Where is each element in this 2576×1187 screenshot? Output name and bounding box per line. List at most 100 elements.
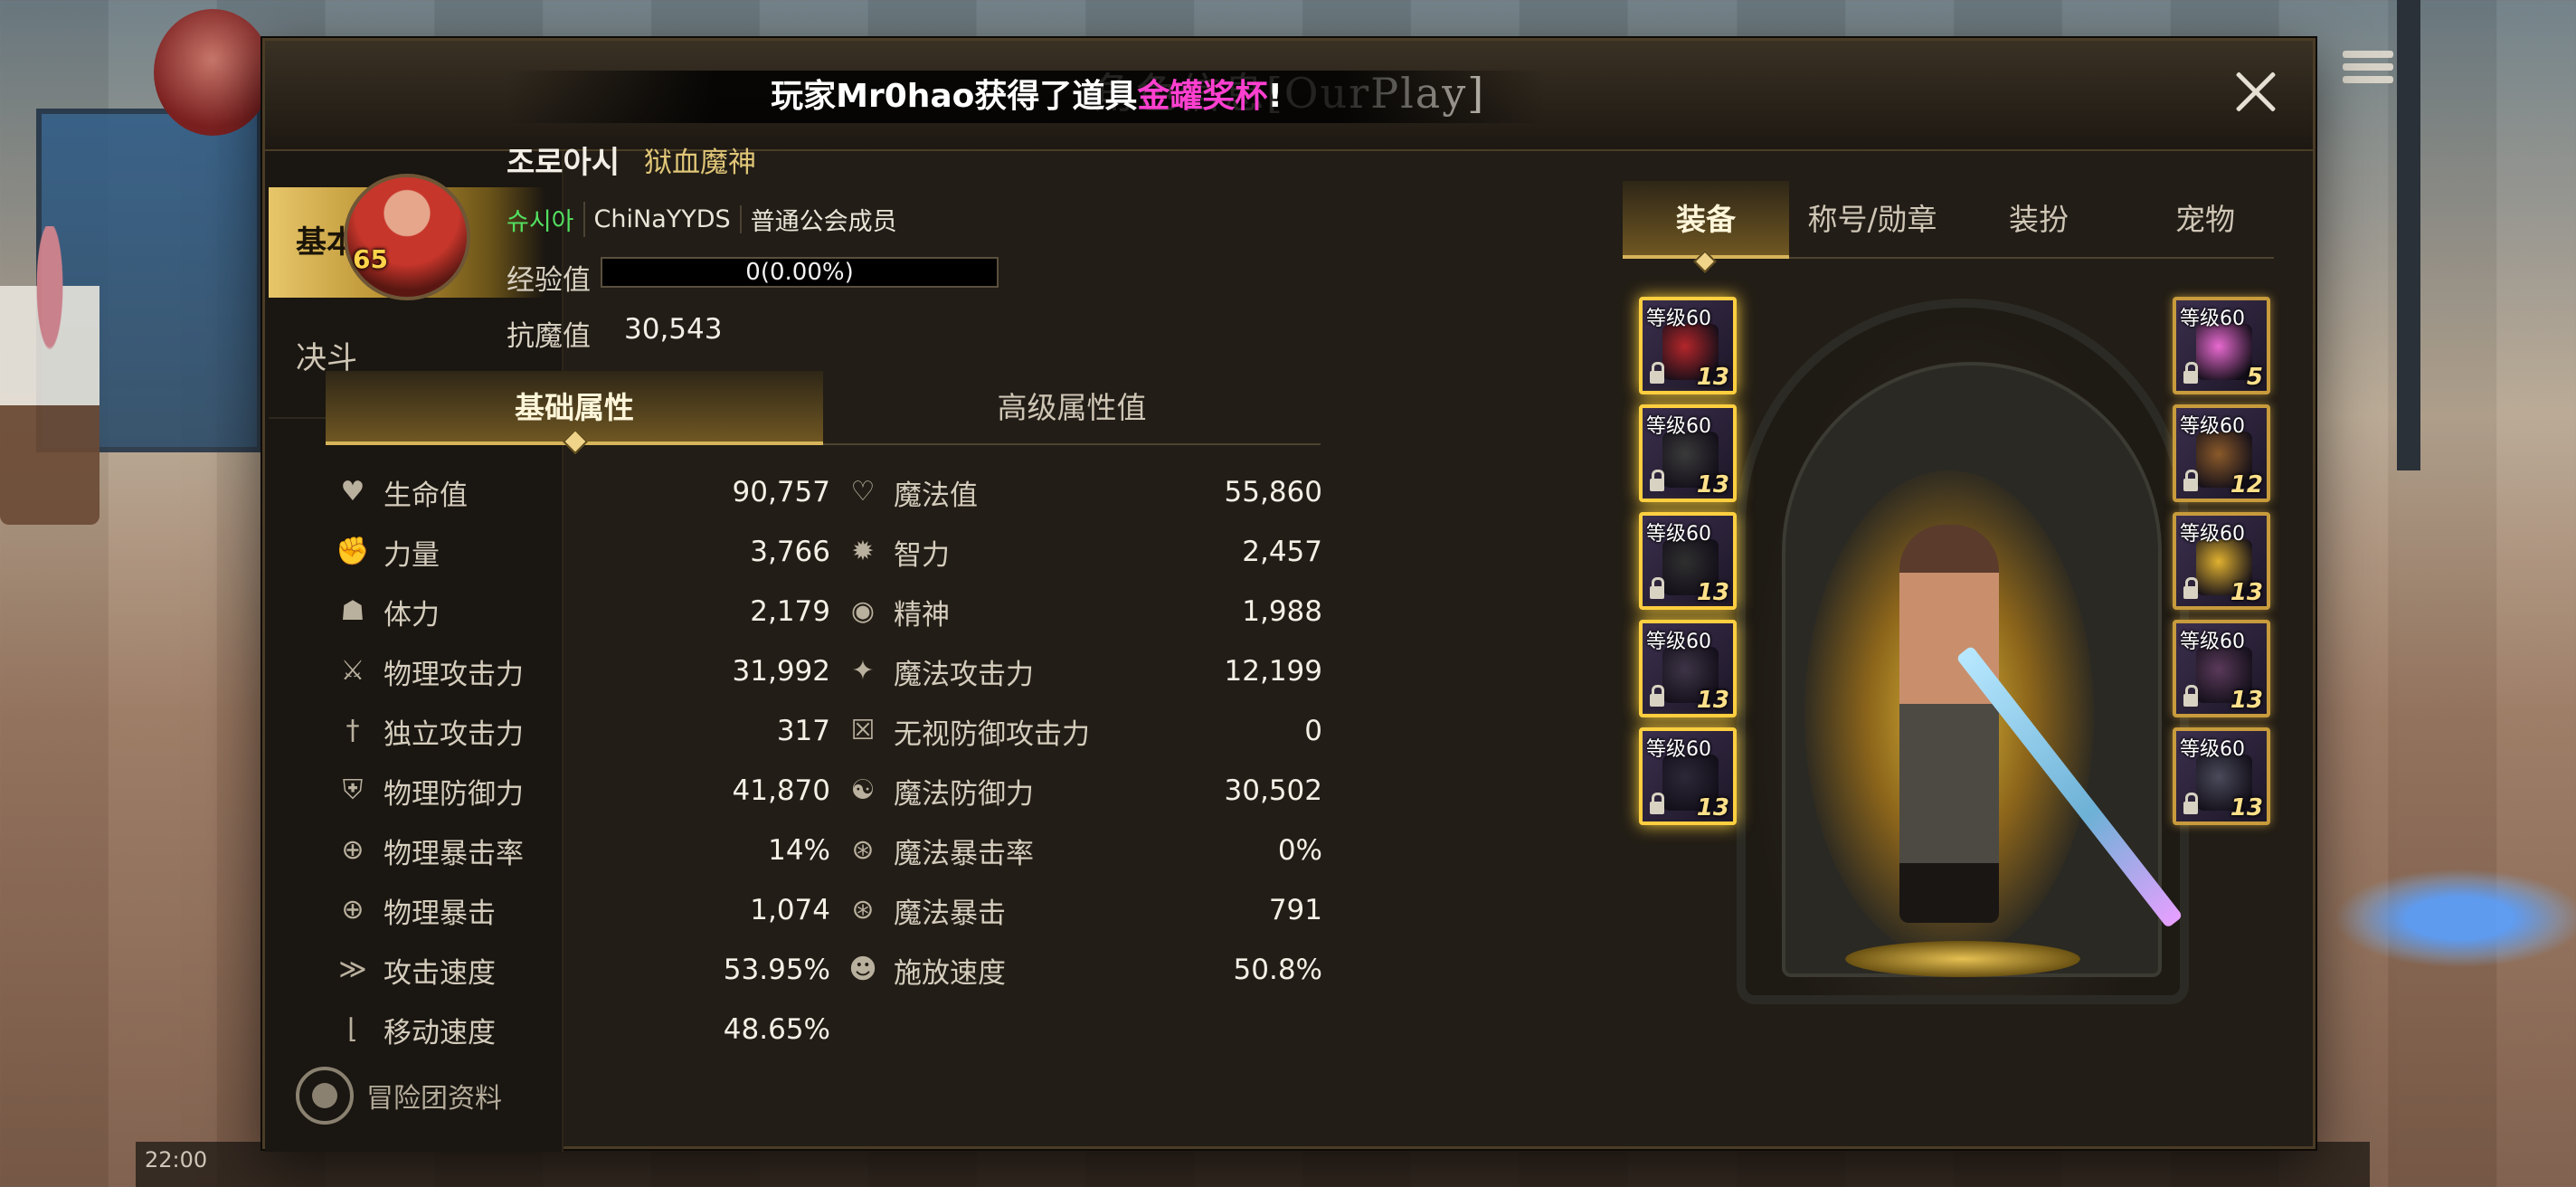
stat-row: ✊ 力量 3,766 [335,525,830,579]
stat-row: ☯ 魔法防御力 30,502 [845,764,1322,818]
equipment-slot[interactable]: 等级60 12 [2173,404,2270,502]
item-enhance-level: 13 [1696,364,1729,391]
item-enhance-level: 13 [2230,687,2263,714]
stat-value: 48.65% [723,1013,830,1046]
stat-label: 物理暴击 [384,897,496,930]
lock-icon [2183,793,2198,814]
heart-icon: ♥ [340,476,365,508]
equipment-slot[interactable]: 等级60 13 [2173,512,2270,610]
cross-shield-icon: ☒ [850,715,876,746]
stat-label: 魔法防御力 [894,777,1034,811]
anti-magic-label: 抗魔值 [507,320,591,353]
stat-label: 无视防御攻击力 [894,717,1090,751]
equipment-slot[interactable]: 等级60 13 [1639,727,1737,825]
stat-row: ◉ 精神 1,988 [845,584,1322,639]
lock-icon [1650,685,1664,707]
tab-equipment[interactable]: 装备 [1623,181,1789,259]
boot-icon: ⌊ [347,1013,358,1045]
stat-row: ≫ 攻击速度 53.95% [335,943,830,997]
item-level: 等级60 [2180,631,2245,653]
tab-avatar-costume[interactable]: 装扮 [1956,181,2122,259]
stat-label: 魔法暴击率 [894,837,1034,870]
equipment-slot[interactable]: 等级60 13 [2173,727,2270,825]
background-npc [0,226,99,525]
character-class: 狱血魔神 [644,147,756,179]
stat-value: 2,179 [750,595,830,628]
magic-crosshair-icon: ⊛ [851,894,875,926]
adventure-team-label: 冒险团资料 [366,1083,502,1115]
tab-advanced-attributes[interactable]: 高级属性值 [823,371,1321,445]
stat-label: 生命值 [384,479,468,512]
exp-bar: 0(0.00%) [601,257,999,288]
stat-value: 90,757 [732,476,830,508]
server-name: ChiNaYYDS [585,204,742,233]
stat-label: 独立攻击力 [384,717,524,751]
lion-crest-icon [296,1067,354,1125]
stat-label: 物理暴击率 [384,837,524,870]
stat-value: 1,988 [1242,595,1322,628]
character-pedestal [1845,941,2080,977]
sword-icon: ⚔ [340,655,365,687]
stat-row: † 独立攻击力 317 [335,704,831,758]
stat-row: ⛨ 物理防御力 41,870 [335,764,830,818]
menu-icon[interactable] [2343,45,2393,90]
lock-icon [2183,685,2198,707]
head-icon: ☻ [848,954,877,985]
equipment-slot[interactable]: 等级60 13 [1639,297,1737,394]
stat-label: 魔法暴击 [894,897,1006,930]
stat-label: 物理攻击力 [384,658,524,691]
magic-crosshair-icon: ⊛ [851,834,875,866]
lock-icon [1650,577,1664,599]
heart-outline-icon: ♡ [850,476,876,508]
magic-star-icon: ✦ [851,655,875,687]
stat-label: 施放速度 [894,956,1006,990]
broadcast-item-name: 金罐奖杯 [1137,78,1268,115]
stat-row: ⌊ 移动速度 48.65% [335,1002,830,1057]
item-level: 等级60 [1646,415,1711,438]
body-icon: ☗ [340,595,365,627]
equipment-slot[interactable]: 等级60 5 [2173,297,2270,394]
item-enhance-level: 13 [2230,579,2263,606]
stat-label: 智力 [894,538,950,572]
stat-label: 体力 [384,598,440,631]
background-lamp-pole [2397,0,2420,470]
shield-icon: ⛨ [342,774,364,806]
fist-icon: ✊ [336,536,370,567]
stat-label: 力量 [384,538,440,572]
stat-value: 14% [768,834,830,867]
burst-icon: ✹ [851,536,875,567]
guild-name[interactable]: 슈시아 [507,201,585,237]
stat-row: ♥ 生命值 90,757 [335,465,830,519]
item-level: 等级60 [1646,308,1711,330]
character-avatar[interactable] [344,174,470,300]
stat-label: 物理防御力 [384,777,524,811]
stat-value: 31,992 [732,655,830,688]
guild-rank: 普通公会成员 [750,207,897,236]
tab-pets[interactable]: 宠物 [2122,181,2288,259]
lock-icon [2183,362,2198,384]
stat-row: ⚔ 物理攻击力 31,992 [335,644,830,698]
item-level: 等级60 [2180,308,2245,330]
broadcast-suffix: ! [1267,78,1283,115]
stat-value: 1,074 [750,894,830,926]
stat-row: ☗ 体力 2,179 [335,584,830,639]
stat-label: 移动速度 [384,1016,496,1049]
stat-row: ☻ 施放速度 50.8% [845,943,1322,997]
adventure-team-button[interactable]: 冒险团资料 [296,1067,502,1125]
tab-titles-medals[interactable]: 称号/勋章 [1789,181,1956,259]
item-enhance-level: 13 [1696,794,1729,821]
character-info-row: 슈시아 ChiNaYYDS 普通公会成员 [507,201,906,237]
item-level: 等级60 [2180,523,2245,546]
attribute-tabs: 基础属性 高级属性值 [326,371,1321,445]
exp-text: 0(0.00%) [745,259,854,286]
equipment-slot[interactable]: 等级60 13 [1639,512,1737,610]
item-art [2196,324,2252,380]
stat-value: 2,457 [1242,536,1322,568]
item-level: 等级60 [1646,738,1711,761]
broadcast-prefix: 玩家Mr0hao获得了道具 [771,78,1138,115]
equipment-slot[interactable]: 等级60 13 [1639,620,1737,717]
close-button[interactable] [2226,62,2286,122]
equipment-slot[interactable]: 等级60 13 [2173,620,2270,717]
speed-sword-icon: ≫ [338,954,367,985]
equipment-slot[interactable]: 等级60 13 [1639,404,1737,502]
